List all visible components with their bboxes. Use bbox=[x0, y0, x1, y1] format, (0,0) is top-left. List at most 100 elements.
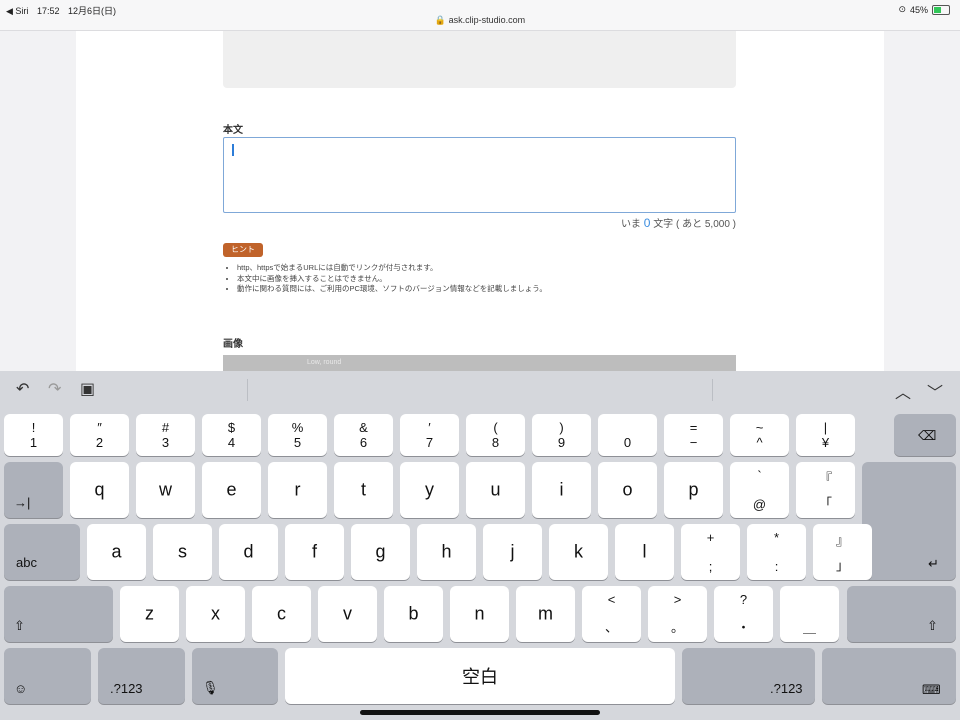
key-o[interactable]: o bbox=[598, 462, 657, 518]
return-key[interactable]: ↵ bbox=[862, 462, 956, 580]
paste-icon[interactable]: ▣ bbox=[80, 379, 95, 399]
key-l[interactable]: l bbox=[615, 524, 674, 580]
key-s[interactable]: s bbox=[153, 524, 212, 580]
key-w[interactable]: w bbox=[136, 462, 195, 518]
battery-level bbox=[934, 6, 942, 13]
key-top-label: % bbox=[291, 420, 304, 435]
key-a[interactable]: a bbox=[87, 524, 146, 580]
shift-key-right[interactable]: ⇧ bbox=[847, 586, 956, 642]
counter-prefix: いま bbox=[620, 219, 641, 230]
key-0[interactable]: 0 bbox=[598, 414, 657, 456]
key-4[interactable]: $4 bbox=[202, 414, 261, 456]
key-m[interactable]: m bbox=[516, 586, 575, 642]
delete-key[interactable]: ⌫ bbox=[894, 414, 956, 456]
key-bottom-label: @ bbox=[752, 497, 767, 512]
key-z[interactable]: z bbox=[120, 586, 179, 642]
tab-icon: →| bbox=[14, 495, 31, 510]
key-punct[interactable]: ＿ bbox=[780, 586, 839, 642]
key-7[interactable]: ′ 7 bbox=[400, 414, 459, 456]
key-c[interactable]: c bbox=[252, 586, 311, 642]
key-t[interactable]: t bbox=[334, 462, 393, 518]
dictation-key[interactable]: 🎙 bbox=[192, 648, 278, 704]
key-bottom-label: 0 bbox=[623, 435, 632, 450]
key-9[interactable]: ) 9 bbox=[532, 414, 591, 456]
key-label: s bbox=[178, 541, 187, 562]
body-textarea[interactable] bbox=[223, 137, 736, 213]
key-label: e bbox=[226, 479, 237, 500]
key-top-label: 『 bbox=[818, 471, 832, 486]
key-top-label: ! bbox=[31, 420, 36, 435]
key-label: p bbox=[688, 479, 699, 500]
counter-count: 0 bbox=[643, 216, 651, 230]
key-5[interactable]: % 5 bbox=[268, 414, 327, 456]
key-top-label: 』 bbox=[835, 533, 849, 548]
key-d[interactable]: d bbox=[219, 524, 278, 580]
key-label: d bbox=[243, 541, 254, 562]
key-p[interactable]: p bbox=[664, 462, 723, 518]
key-e[interactable]: e bbox=[202, 462, 261, 518]
chevron-up-icon[interactable]: ︿ bbox=[895, 379, 911, 403]
key-y[interactable]: y bbox=[400, 462, 459, 518]
previous-field-box bbox=[223, 31, 736, 88]
shift-key-left[interactable]: ⇧ bbox=[4, 586, 113, 642]
hint-list: http、httpsで始まるURLには自動でリンクが付与されます。 本文中に画像… bbox=[223, 263, 547, 295]
key-f[interactable]: f bbox=[285, 524, 344, 580]
key-k[interactable]: k bbox=[549, 524, 608, 580]
web-page: 本文 いま 0 文字 ( あと 5,000 ) ヒント http、httpsで始… bbox=[76, 31, 884, 371]
address-bar[interactable]: 🔒 ask.clip-studio.com bbox=[0, 15, 960, 26]
key-「[interactable]: 『「 bbox=[796, 462, 855, 518]
key-j[interactable]: j bbox=[483, 524, 542, 580]
key-@[interactable]: ` @ bbox=[730, 462, 789, 518]
key-h[interactable]: h bbox=[417, 524, 476, 580]
key-punct[interactable]: <、 bbox=[582, 586, 641, 642]
key-bottom-label: 8 bbox=[491, 435, 500, 450]
key-;[interactable]: +; bbox=[681, 524, 740, 580]
key-top-label: ~ bbox=[755, 420, 764, 435]
tab-key[interactable]: →| bbox=[4, 462, 63, 518]
key-u[interactable]: u bbox=[466, 462, 525, 518]
undo-icon[interactable]: ↶ bbox=[16, 379, 29, 399]
key-g[interactable]: g bbox=[351, 524, 410, 580]
key-q[interactable]: q bbox=[70, 462, 129, 518]
abc-key[interactable]: abc bbox=[4, 524, 80, 580]
key-1[interactable]: ! 1 bbox=[4, 414, 63, 456]
key-v[interactable]: v bbox=[318, 586, 377, 642]
key-3[interactable]: #3 bbox=[136, 414, 195, 456]
key-i[interactable]: i bbox=[532, 462, 591, 518]
text-caret bbox=[232, 144, 234, 156]
key-:[interactable]: *: bbox=[747, 524, 806, 580]
delete-icon: ⌫ bbox=[918, 428, 937, 443]
numbers-key-right[interactable]: .?123 bbox=[682, 648, 815, 704]
key-bottom-label: ・ bbox=[736, 620, 750, 635]
key-top-label: * bbox=[773, 530, 780, 545]
key-label: g bbox=[375, 541, 386, 562]
key-8[interactable]: (8 bbox=[466, 414, 525, 456]
key-bottom-label: ＿ bbox=[802, 620, 816, 635]
emoji-icon: ☺ bbox=[14, 681, 28, 696]
numbers-key-left[interactable]: .?123 bbox=[98, 648, 185, 704]
key-b[interactable]: b bbox=[384, 586, 443, 642]
key-2[interactable]: ″ 2 bbox=[70, 414, 129, 456]
space-key[interactable]: 空白 bbox=[285, 648, 675, 704]
key-bottom-label: 3 bbox=[161, 435, 170, 450]
key-¥[interactable]: | ¥ bbox=[796, 414, 855, 456]
key-r[interactable]: r bbox=[268, 462, 327, 518]
toolbar-divider bbox=[712, 379, 713, 401]
key-−[interactable]: = − bbox=[664, 414, 723, 456]
key-punct[interactable]: ? ・ bbox=[714, 586, 773, 642]
key-x[interactable]: x bbox=[186, 586, 245, 642]
key-n[interactable]: n bbox=[450, 586, 509, 642]
key-6[interactable]: & 6 bbox=[334, 414, 393, 456]
key-label: n bbox=[474, 603, 485, 624]
chevron-down-icon[interactable]: ﹀ bbox=[927, 379, 943, 403]
hide-keyboard-key[interactable]: ⌨ bbox=[822, 648, 956, 704]
key-label: v bbox=[343, 603, 352, 624]
redo-icon[interactable]: ↷ bbox=[48, 379, 61, 399]
emoji-key[interactable]: ☺ bbox=[4, 648, 91, 704]
key-top-label: ` bbox=[757, 468, 762, 483]
key-label: t bbox=[360, 479, 366, 500]
key-」[interactable]: 』」 bbox=[813, 524, 872, 580]
key-^[interactable]: ~ ^ bbox=[730, 414, 789, 456]
key-punct[interactable]: >。 bbox=[648, 586, 707, 642]
image-upload-bar[interactable]: Low, round bbox=[223, 355, 736, 371]
